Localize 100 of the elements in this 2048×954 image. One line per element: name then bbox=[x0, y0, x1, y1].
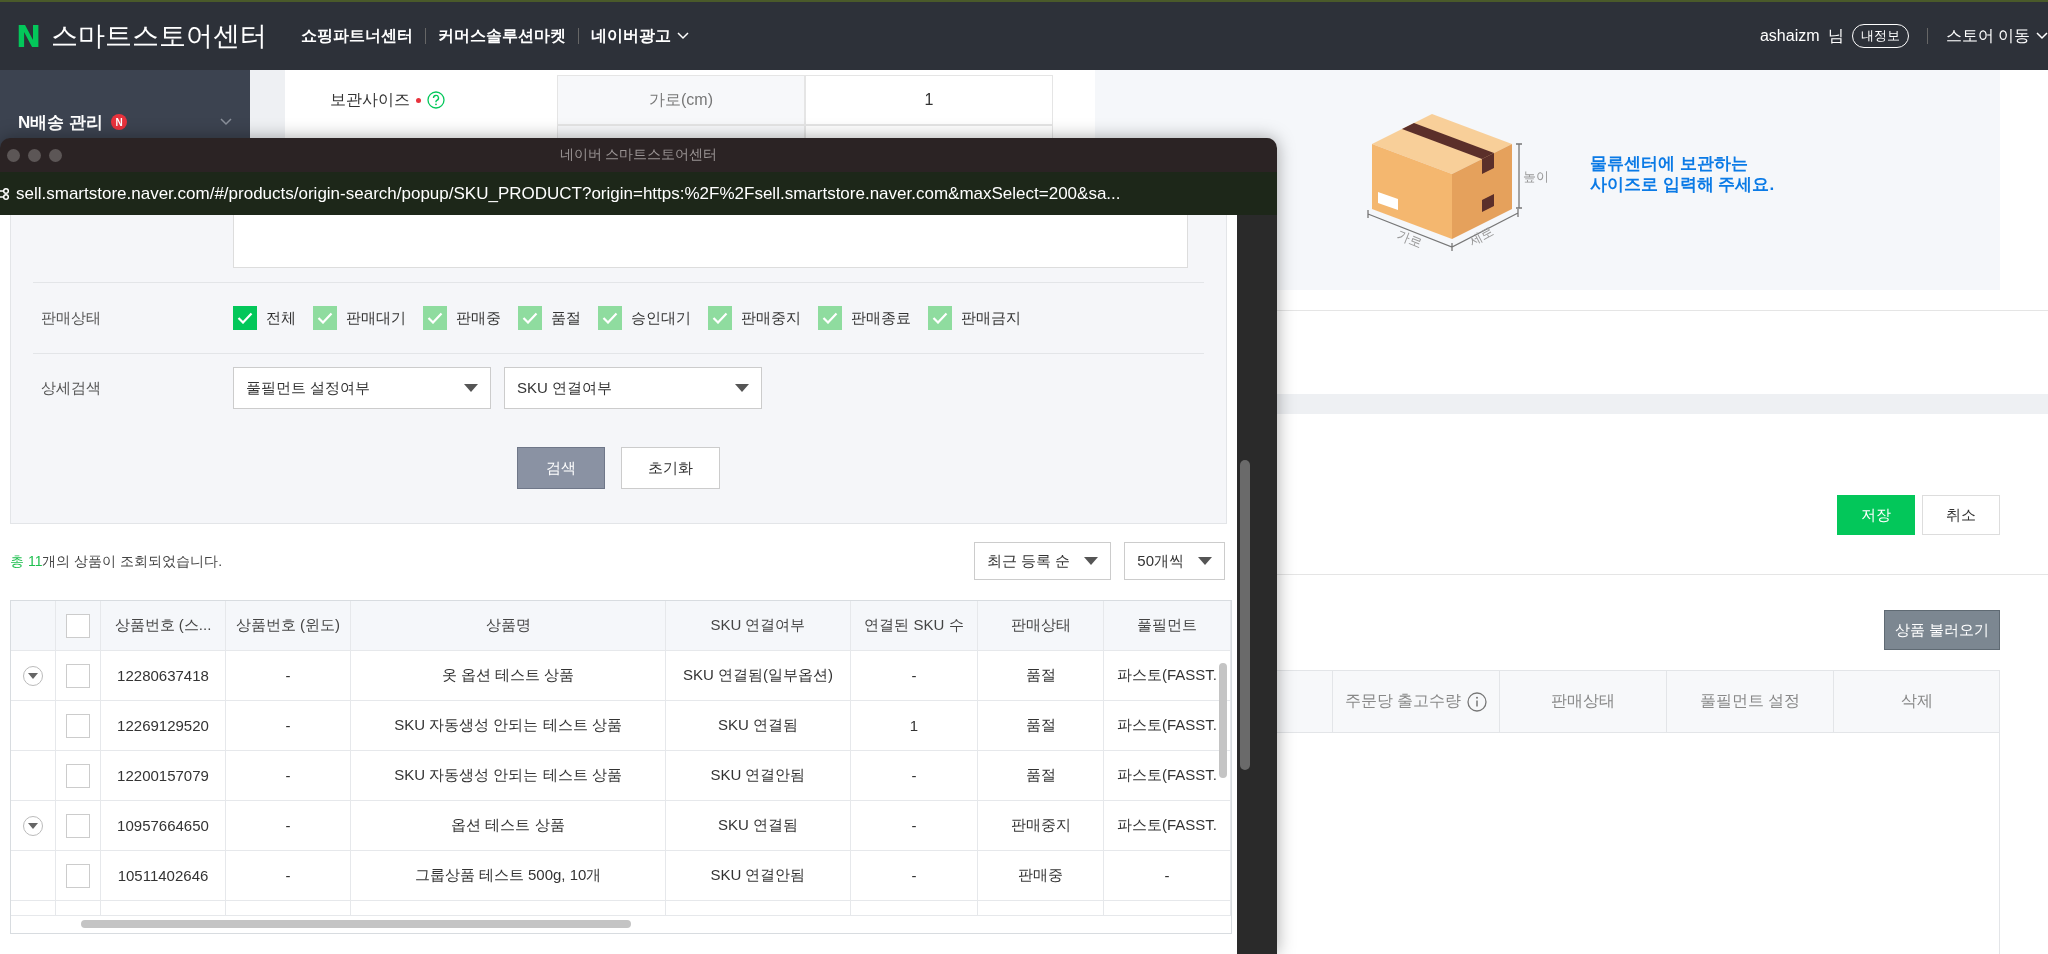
checkbox-label: 판매종료 bbox=[851, 308, 911, 328]
table-cell: 10511402646 bbox=[101, 851, 226, 901]
checkbox-label: 판매중 bbox=[456, 308, 501, 328]
table-cell: 판매중지 bbox=[978, 801, 1104, 851]
table-cell: 그룹상품 테스트 500g, 10개 bbox=[351, 851, 666, 901]
user-suffix: 님 bbox=[1827, 25, 1844, 46]
filter-label: 상세검색 bbox=[40, 378, 102, 398]
expand-icon[interactable] bbox=[23, 665, 43, 686]
table-cell: - bbox=[226, 651, 351, 701]
table-cell: 1 bbox=[851, 701, 978, 751]
expand-icon[interactable] bbox=[23, 815, 43, 836]
check-icon bbox=[822, 312, 838, 324]
check-icon bbox=[237, 312, 253, 324]
dropdown-select[interactable]: 최근 등록 순 bbox=[973, 542, 1112, 580]
scrollbar-thumb[interactable] bbox=[1219, 663, 1227, 778]
caret-icon bbox=[464, 384, 478, 392]
table-cell: 옵션 테스트 상품 bbox=[351, 801, 666, 851]
nav-link[interactable]: 쇼핑파트너센터 bbox=[289, 25, 426, 47]
nav-link[interactable]: 네이버광고 bbox=[579, 25, 702, 47]
checkbox[interactable] bbox=[66, 763, 90, 788]
table-cell: 품절 bbox=[978, 701, 1104, 751]
scrollbar-thumb[interactable] bbox=[1240, 460, 1250, 770]
store-menu[interactable]: 스토어 이동 bbox=[1945, 25, 2048, 47]
checkbox[interactable] bbox=[66, 813, 90, 838]
checkbox[interactable] bbox=[233, 306, 257, 330]
table-cell: 10957664650 bbox=[101, 801, 226, 851]
load-products-button[interactable]: 상품 불러오기 bbox=[1883, 610, 2000, 650]
column-header: 판매상태 bbox=[978, 601, 1104, 651]
reset-button[interactable]: 초기화 bbox=[621, 447, 720, 489]
checkbox-label: 승인대기 bbox=[631, 308, 691, 328]
checkbox[interactable] bbox=[66, 713, 90, 738]
check-icon bbox=[932, 312, 948, 324]
table-cell: SKU 연결안됨 bbox=[666, 751, 851, 801]
table-header-cell: 가로(cm) bbox=[557, 75, 805, 125]
table-cell: 12280637418 bbox=[101, 651, 226, 701]
info-icon[interactable] bbox=[1467, 691, 1488, 712]
table-cell: - bbox=[851, 851, 978, 901]
table-cell: 품절 bbox=[978, 751, 1104, 801]
table-cell: 옷 옵션 테스트 상품 bbox=[351, 651, 666, 701]
window-control-icon[interactable] bbox=[28, 148, 41, 162]
checkbox-label: 전체 bbox=[266, 308, 296, 328]
checkbox-label: 품절 bbox=[551, 308, 581, 328]
check-icon bbox=[712, 312, 728, 324]
dropdown-select[interactable]: 풀필먼트 설정여부 bbox=[233, 367, 491, 409]
table-cell: - bbox=[851, 751, 978, 801]
table-cell: 품절 bbox=[978, 651, 1104, 701]
table-cell: - bbox=[226, 851, 351, 901]
dimension-label: 세로 bbox=[1466, 223, 1497, 249]
checkbox[interactable] bbox=[66, 663, 90, 688]
checkbox[interactable] bbox=[66, 613, 90, 638]
checkbox-label: 판매중지 bbox=[741, 308, 801, 328]
checkbox[interactable] bbox=[66, 863, 90, 888]
table-cell: 12200157079 bbox=[101, 751, 226, 801]
column-header: 삭제 bbox=[1900, 691, 1933, 711]
scrollbar-thumb[interactable] bbox=[81, 920, 631, 928]
checkbox-label: 판매금지 bbox=[961, 308, 1021, 328]
menu-label: N배송 관리 bbox=[18, 111, 103, 134]
column-header: 풀필먼트 bbox=[1104, 601, 1231, 651]
table-cell: - bbox=[1104, 851, 1231, 901]
caret-icon bbox=[1084, 557, 1099, 565]
table-cell: 1 bbox=[805, 75, 1053, 125]
guide-message: 물류센터에 보관하는 사이즈로 입력해 주세요. bbox=[1590, 153, 1775, 195]
nav-link[interactable]: 커머스솔루션마켓 bbox=[426, 25, 579, 47]
filter-label: 판매상태 bbox=[40, 308, 102, 328]
column-header: 판매상태 bbox=[1551, 691, 1615, 711]
table-cell: SKU 연결됨 bbox=[666, 701, 851, 751]
user-name: ashaizm bbox=[1759, 27, 1820, 45]
check-icon bbox=[317, 312, 333, 324]
table-cell: 파스토(FASST. bbox=[1104, 801, 1231, 851]
dropdown-select[interactable]: 50개씩 bbox=[1124, 542, 1225, 580]
chevron-down-icon bbox=[2036, 32, 2048, 40]
new-badge: N bbox=[111, 114, 127, 130]
check-icon bbox=[427, 312, 443, 324]
result-summary: 총 11개의 상품이 조회되었습니다. bbox=[10, 553, 223, 571]
table-cell: 12269129520 bbox=[101, 701, 226, 751]
column-header: 주문당 출고수량 bbox=[1344, 691, 1462, 711]
table-cell: - bbox=[851, 651, 978, 701]
column-header: 연결된 SKU 수 bbox=[851, 601, 978, 651]
window-title: 네이버 스마트스토어센터 bbox=[559, 146, 718, 164]
dropdown-select[interactable]: SKU 연결여부 bbox=[504, 367, 762, 409]
check-icon bbox=[522, 312, 538, 324]
check-icon bbox=[602, 312, 618, 324]
table-cell: SKU 자동생성 안되는 테스트 상품 bbox=[351, 701, 666, 751]
column-header: 상품명 bbox=[351, 601, 666, 651]
table-cell: 판매중 bbox=[978, 851, 1104, 901]
table-cell: SKU 자동생성 안되는 테스트 상품 bbox=[351, 751, 666, 801]
text-area[interactable] bbox=[233, 215, 1188, 268]
cancel-button[interactable]: 취소 bbox=[1922, 495, 2000, 535]
caret-icon bbox=[735, 384, 749, 392]
column-header: 풀필먼트 설정 bbox=[1699, 691, 1801, 711]
column-header: 상품번호 (윈도) bbox=[226, 601, 351, 651]
window-control-icon[interactable] bbox=[7, 148, 20, 162]
column-header: 상품번호 (스... bbox=[101, 601, 226, 651]
table-cell: - bbox=[226, 751, 351, 801]
brand-title[interactable]: 스마트스토어센터 bbox=[51, 18, 268, 54]
window-control-icon[interactable] bbox=[49, 148, 62, 162]
caret-icon bbox=[1198, 557, 1212, 565]
logo[interactable]: N bbox=[16, 18, 42, 54]
sidebar-item[interactable]: N배송 관리 N bbox=[0, 105, 250, 139]
help-icon[interactable] bbox=[427, 91, 445, 109]
